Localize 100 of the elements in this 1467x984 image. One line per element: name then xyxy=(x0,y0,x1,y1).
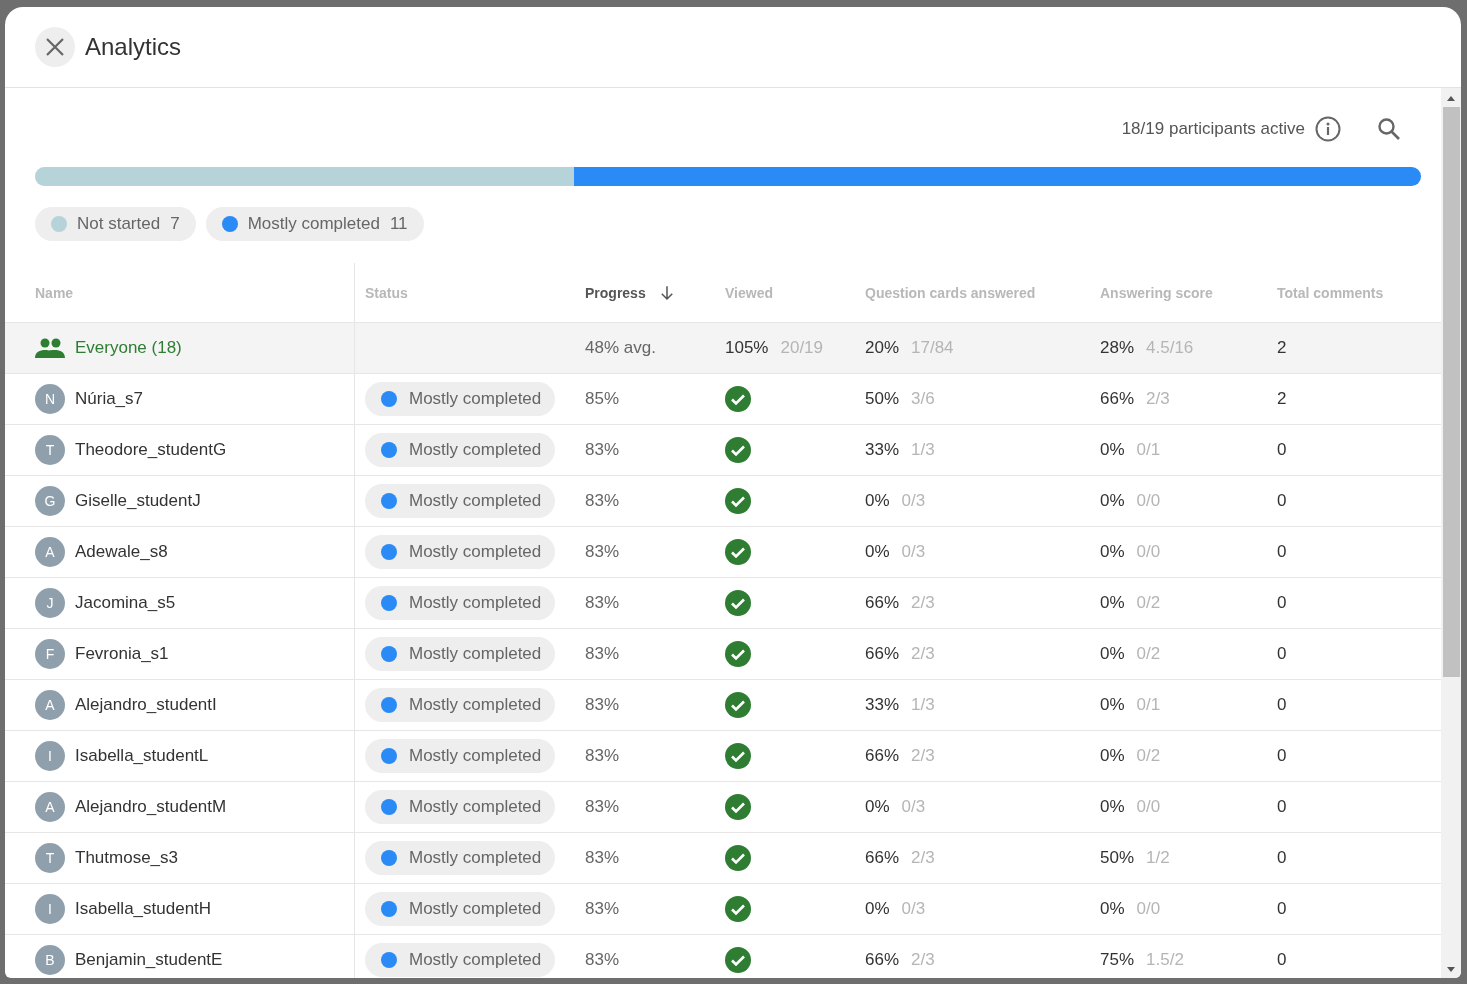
status-chip: Mostly completed xyxy=(365,790,556,824)
score-percent: 0% xyxy=(1100,746,1125,766)
answered-percent: 33% xyxy=(865,695,900,715)
comments-count: 0 xyxy=(1277,746,1287,766)
status-chip: Mostly completed xyxy=(365,484,556,518)
answered-fraction: 3/6 xyxy=(911,389,935,409)
answered-percent: 66% xyxy=(865,950,900,970)
answered-fraction: 0/3 xyxy=(901,491,926,511)
status-chip: Mostly completed xyxy=(365,943,556,977)
participant-name[interactable]: Thutmose_s3 xyxy=(75,848,178,868)
avatar: I xyxy=(35,741,65,771)
answered-percent: 0% xyxy=(865,797,890,817)
answered-fraction: 0/3 xyxy=(901,797,926,817)
progress-value: 83% xyxy=(585,797,620,817)
score-percent: 0% xyxy=(1100,491,1125,511)
status-chip: Mostly completed xyxy=(365,382,556,416)
progress-value: 83% xyxy=(585,491,620,511)
scrollbar[interactable] xyxy=(1441,88,1461,978)
status-chip: Mostly completed xyxy=(365,841,556,875)
score-percent: 66% xyxy=(1100,389,1135,409)
info-icon[interactable] xyxy=(1315,116,1341,142)
comments-count: 0 xyxy=(1277,440,1287,460)
progress-value: 83% xyxy=(585,950,620,970)
people-icon xyxy=(35,338,65,358)
answered-percent: 50% xyxy=(865,389,900,409)
avatar: A xyxy=(35,537,65,567)
answered-fraction: 2/3 xyxy=(911,644,935,664)
progress-value: 83% xyxy=(585,695,620,715)
avatar: T xyxy=(35,843,65,873)
dialog-title: Analytics xyxy=(85,33,182,61)
comments-count: 0 xyxy=(1277,644,1287,664)
close-button[interactable] xyxy=(35,27,75,67)
participant-name[interactable]: Benjamin_studentE xyxy=(75,950,223,970)
score-percent: 0% xyxy=(1100,899,1125,919)
avatar: T xyxy=(35,435,65,465)
avatar: B xyxy=(35,945,65,975)
score-fraction: 0/0 xyxy=(1136,491,1161,511)
answered-fraction: 2/3 xyxy=(911,746,935,766)
answered-percent: 0% xyxy=(865,899,890,919)
participant-name[interactable]: Isabella_studentH xyxy=(75,899,212,919)
progress-value: 48% avg. xyxy=(585,338,656,358)
progress-value: 83% xyxy=(585,440,620,460)
legend-chip[interactable]: Not started 7 xyxy=(35,207,196,241)
avatar: A xyxy=(35,792,65,822)
answered-fraction: 2/3 xyxy=(911,950,935,970)
viewed-fraction: 20/19 xyxy=(780,338,824,358)
score-fraction: 1.5/2 xyxy=(1146,950,1184,970)
search-icon[interactable] xyxy=(1377,117,1401,141)
participant-name[interactable]: Isabella_studentL xyxy=(75,746,209,766)
participant-name[interactable]: Alejandro_studentI xyxy=(75,695,217,715)
comments-count: 0 xyxy=(1277,797,1287,817)
score-percent: 0% xyxy=(1100,593,1125,613)
legend-count: 7 xyxy=(170,214,180,234)
participant-name[interactable]: Giselle_studentJ xyxy=(75,491,201,511)
participant-name[interactable]: Alejandro_studentM xyxy=(75,797,227,817)
close-icon xyxy=(46,38,64,56)
group-name[interactable]: Everyone (18) xyxy=(75,338,182,358)
progress-value: 85% xyxy=(585,389,620,409)
score-fraction: 0/2 xyxy=(1136,746,1161,766)
avatar: A xyxy=(35,690,65,720)
status-chip: Mostly completed xyxy=(365,688,556,722)
answered-percent: 0% xyxy=(865,542,890,562)
progress-value: 83% xyxy=(585,848,620,868)
participant-name[interactable]: Theodore_studentG xyxy=(75,440,227,460)
status-chip: Mostly completed xyxy=(365,535,556,569)
score-percent: 0% xyxy=(1100,695,1125,715)
legend-count: 11 xyxy=(389,214,408,234)
score-fraction: 0/1 xyxy=(1136,440,1161,460)
score-fraction: 2/3 xyxy=(1146,389,1170,409)
participants-active: 18/19 participants active xyxy=(1121,119,1305,139)
avatar: G xyxy=(35,486,65,516)
progress-value: 83% xyxy=(585,593,620,613)
comments-count: 0 xyxy=(1277,542,1287,562)
answered-fraction: 2/3 xyxy=(911,593,935,613)
participant-name[interactable]: Adewale_s8 xyxy=(75,542,168,562)
answered-fraction: 17/84 xyxy=(911,338,954,358)
avatar: I xyxy=(35,894,65,924)
progress-value: 83% xyxy=(585,542,620,562)
score-percent: 0% xyxy=(1100,542,1125,562)
answered-fraction: 1/3 xyxy=(911,695,935,715)
avatar: J xyxy=(35,588,65,618)
participant-name[interactable]: Núria_s7 xyxy=(75,389,144,409)
participant-name[interactable]: Jacomina_s5 xyxy=(75,593,176,613)
progress-value: 83% xyxy=(585,746,620,766)
progress-value: 83% xyxy=(585,899,620,919)
score-fraction: 0/1 xyxy=(1136,695,1161,715)
comments-count: 2 xyxy=(1277,389,1287,409)
viewed-percent: 105% xyxy=(725,338,769,358)
score-fraction: 0/2 xyxy=(1136,644,1161,664)
comments-count: 0 xyxy=(1277,899,1287,919)
score-percent: 0% xyxy=(1100,797,1125,817)
answered-fraction: 0/3 xyxy=(901,542,926,562)
comments-count: 0 xyxy=(1277,593,1287,613)
answered-percent: 66% xyxy=(865,746,900,766)
status-chip: Mostly completed xyxy=(365,433,556,467)
answered-percent: 66% xyxy=(865,644,900,664)
score-percent: 50% xyxy=(1100,848,1135,868)
legend-chip[interactable]: Mostly completed 11 xyxy=(205,207,424,241)
status-chip: Mostly completed xyxy=(365,739,556,773)
participant-name[interactable]: Fevronia_s1 xyxy=(75,644,169,664)
